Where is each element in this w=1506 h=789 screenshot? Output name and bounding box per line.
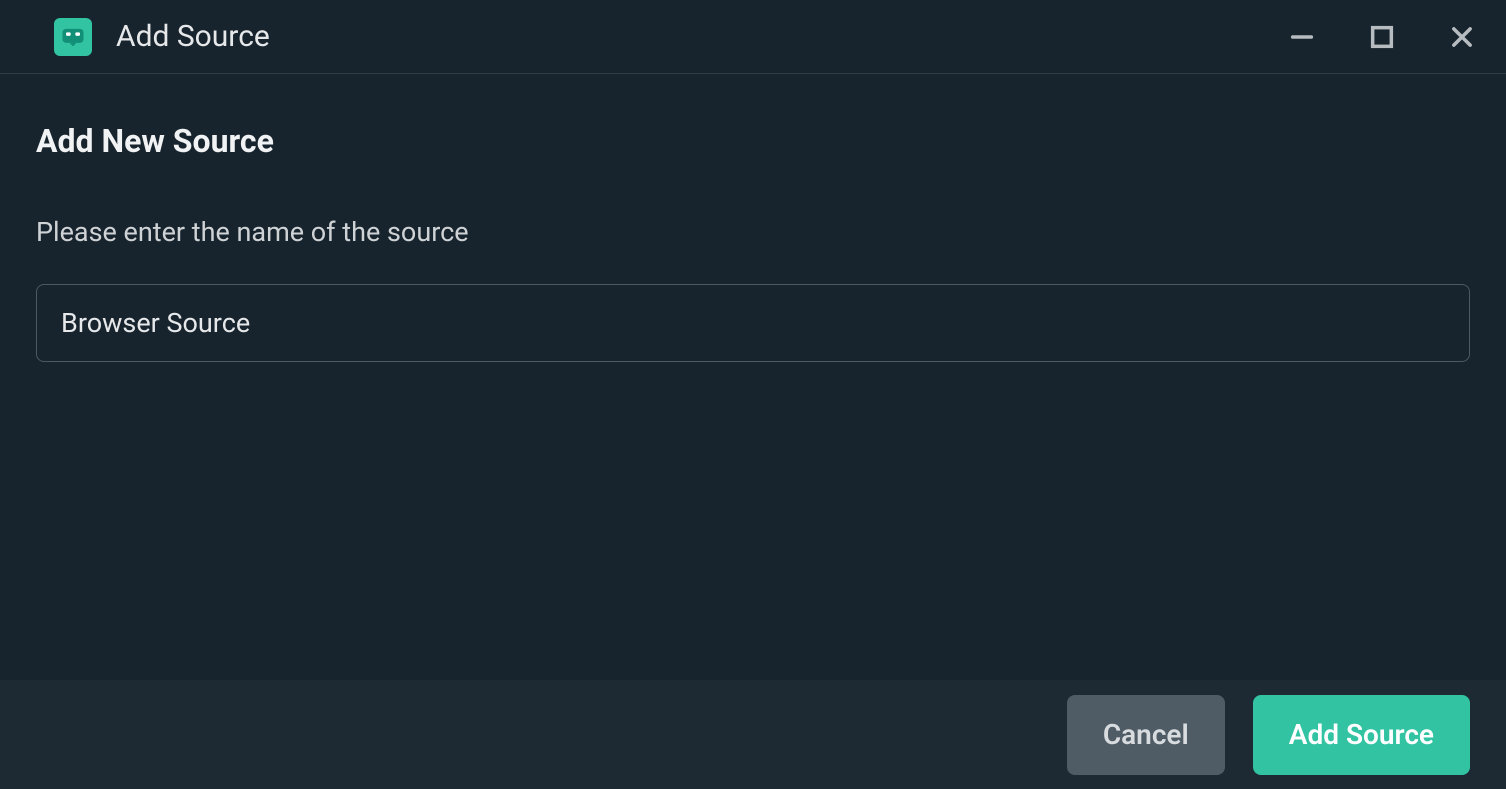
close-button[interactable] <box>1446 21 1478 53</box>
titlebar: Add Source <box>0 0 1506 74</box>
cancel-button[interactable]: Cancel <box>1067 695 1225 775</box>
dialog-heading: Add New Source <box>36 122 1470 160</box>
window-controls <box>1286 0 1478 73</box>
dialog-prompt: Please enter the name of the source <box>36 216 1470 248</box>
window-title: Add Source <box>116 19 270 54</box>
add-source-button[interactable]: Add Source <box>1253 695 1470 775</box>
maximize-button[interactable] <box>1366 21 1398 53</box>
close-icon <box>1448 23 1476 51</box>
dialog-footer: Cancel Add Source <box>0 680 1506 789</box>
minimize-icon <box>1288 23 1316 51</box>
maximize-icon <box>1368 23 1396 51</box>
minimize-button[interactable] <box>1286 21 1318 53</box>
app-logo-icon <box>54 18 92 56</box>
source-name-field-wrap <box>36 284 1470 362</box>
dialog-content: Add New Source Please enter the name of … <box>0 74 1506 680</box>
source-name-input[interactable] <box>36 284 1470 362</box>
